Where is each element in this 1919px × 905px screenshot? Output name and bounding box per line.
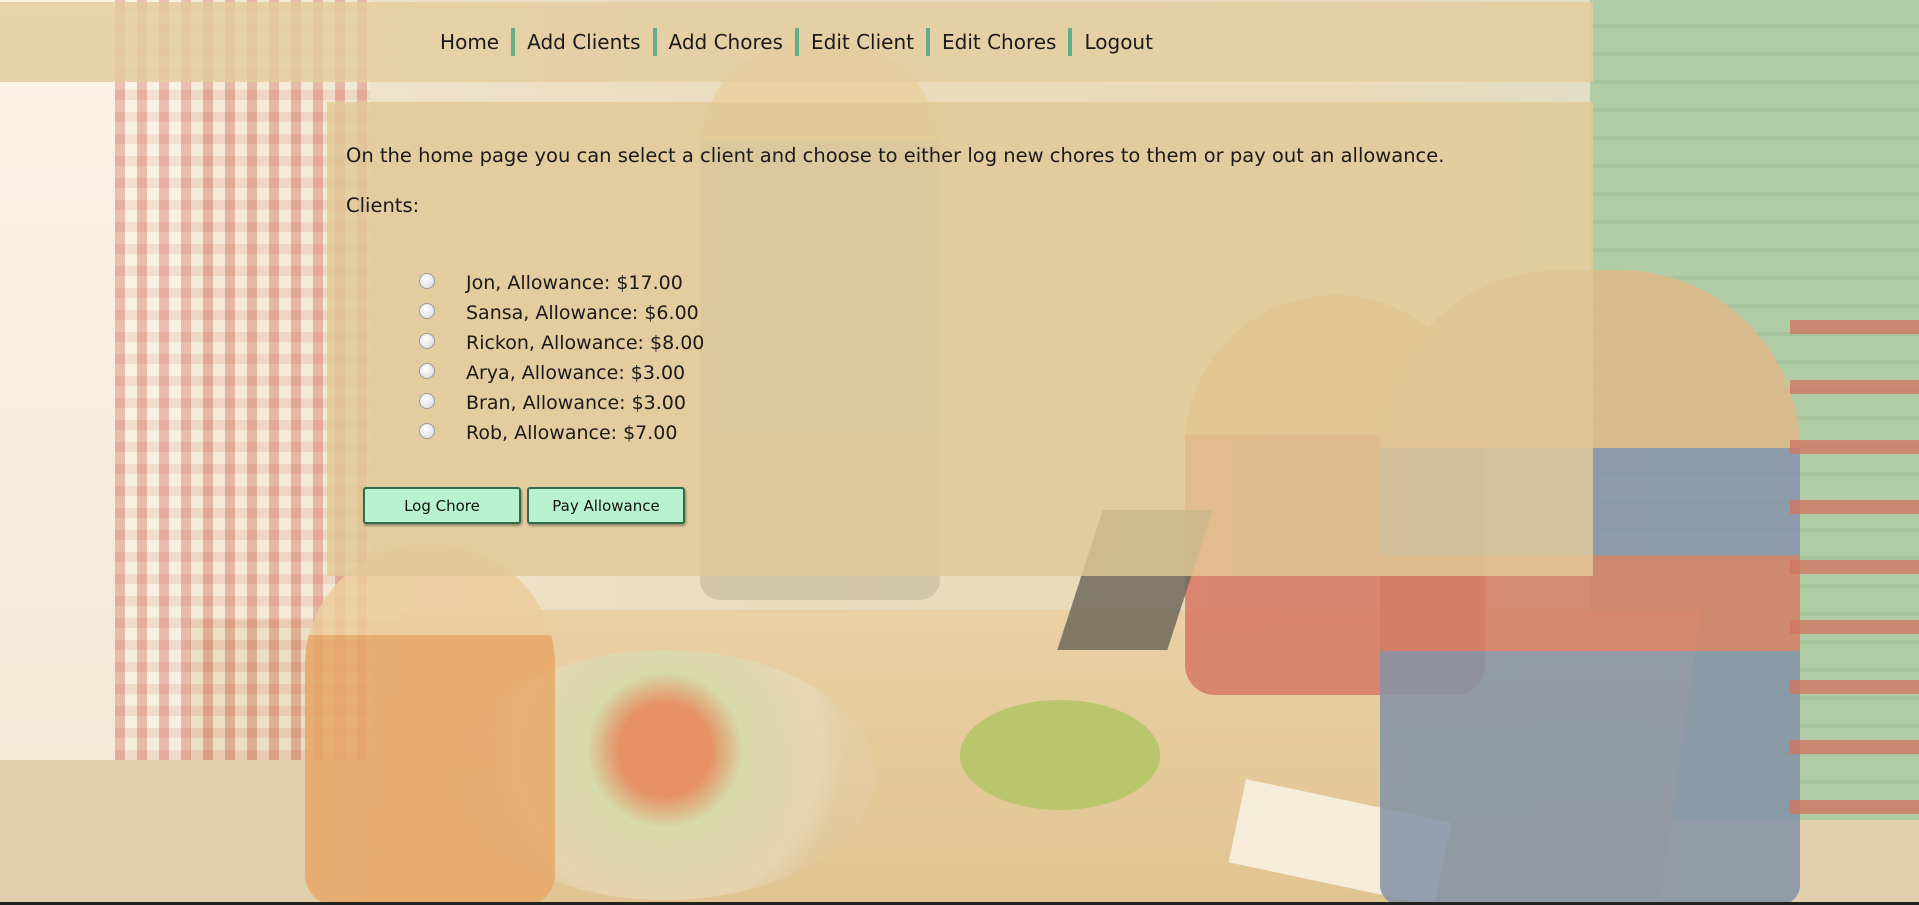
radio-button[interactable] <box>419 303 435 319</box>
client-label: Bran, Allowance: $3.00 <box>466 392 686 414</box>
client-label: Rickon, Allowance: $8.00 <box>466 332 705 354</box>
radio-button[interactable] <box>419 333 435 349</box>
client-label: Sansa, Allowance: $6.00 <box>466 302 699 324</box>
client-option[interactable]: Jon, Allowance: $17.00 <box>419 268 704 298</box>
log-chore-button[interactable]: Log Chore <box>363 487 521 524</box>
pay-allowance-button[interactable]: Pay Allowance <box>527 487 685 524</box>
nav-add-clients[interactable]: Add Clients <box>511 28 652 56</box>
client-option[interactable]: Rob, Allowance: $7.00 <box>419 418 704 448</box>
radio-button[interactable] <box>419 423 435 439</box>
nav-edit-chores[interactable]: Edit Chores <box>925 28 1068 56</box>
radio-button[interactable] <box>419 273 435 289</box>
radio-button[interactable] <box>419 363 435 379</box>
radio-button[interactable] <box>419 393 435 409</box>
top-navigation: Home Add Clients Add Chores Edit Client … <box>0 2 1593 82</box>
client-label: Jon, Allowance: $17.00 <box>466 272 683 294</box>
client-option[interactable]: Rickon, Allowance: $8.00 <box>419 328 704 358</box>
nav-add-chores[interactable]: Add Chores <box>652 28 795 56</box>
content-panel: On the home page you can select a client… <box>327 102 1593 576</box>
client-label: Arya, Allowance: $3.00 <box>466 362 686 384</box>
client-option[interactable]: Arya, Allowance: $3.00 <box>419 358 704 388</box>
client-option[interactable]: Sansa, Allowance: $6.00 <box>419 298 704 328</box>
nav-home[interactable]: Home <box>428 28 511 56</box>
nav-logout[interactable]: Logout <box>1068 28 1164 56</box>
client-list: Jon, Allowance: $17.00 Sansa, Allowance:… <box>419 268 704 448</box>
clients-label: Clients: <box>346 194 420 217</box>
client-label: Rob, Allowance: $7.00 <box>466 422 678 444</box>
client-option[interactable]: Bran, Allowance: $3.00 <box>419 388 704 418</box>
intro-text: On the home page you can select a client… <box>346 144 1445 167</box>
action-buttons: Log Chore Pay Allowance <box>363 487 685 524</box>
nav-edit-client[interactable]: Edit Client <box>794 28 926 56</box>
